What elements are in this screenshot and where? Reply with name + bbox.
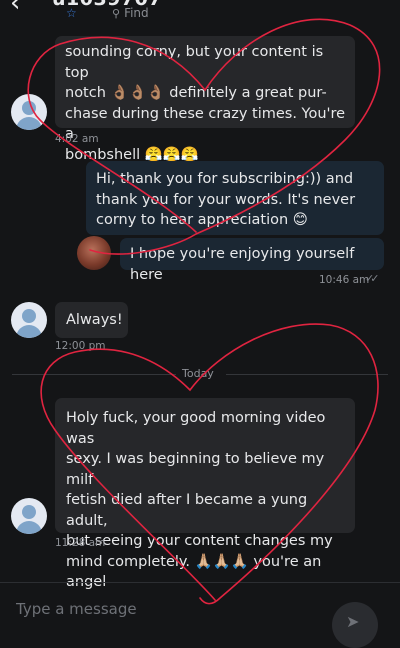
divider-line — [12, 374, 176, 375]
message-line: thank you for your words. It's never — [96, 191, 356, 208]
find-label: Find — [124, 6, 149, 20]
message-line: Always! — [66, 312, 123, 328]
message-input[interactable] — [14, 596, 318, 622]
message-line: Holy fuck, your good morning video was — [66, 410, 326, 447]
message-bubble[interactable]: Holy fuck, your good morning video was s… — [55, 398, 355, 590]
divider-line — [226, 374, 388, 375]
double-check-icon: ✓✓ — [365, 272, 380, 285]
chat-header: ‹ u1039707 ☆ ⚲Find — [0, 0, 400, 26]
message-time: 12:00 pm — [55, 340, 106, 352]
message-line: mind completely. 🙏🏼🙏🏼🙏🏼 you're an — [66, 553, 322, 570]
message-bubble[interactable]: Always! — [55, 302, 128, 338]
message-time: 4:02 am — [55, 133, 99, 145]
date-divider: Today — [182, 367, 214, 380]
composer-divider — [0, 582, 400, 583]
avatar[interactable] — [11, 498, 47, 534]
send-icon: ➤ — [346, 612, 360, 631]
message-bubble[interactable]: sounding corny, but your content is top … — [55, 36, 355, 163]
my-avatar[interactable] — [77, 236, 111, 270]
star-icon[interactable]: ☆ — [66, 6, 77, 20]
message-line: corny to hear appreciation 😊 — [96, 212, 308, 228]
message-line: Hi, thank you for subscribing:)) and — [96, 171, 354, 187]
message-time: 11:28 am — [55, 537, 106, 549]
send-button[interactable]: ➤ — [332, 602, 378, 648]
message-line: fetish died after I became a yung adult, — [66, 492, 308, 529]
message-time: 10:46 am — [319, 274, 370, 286]
message-line: sounding corny, but your content is top — [65, 44, 324, 81]
find-button[interactable]: ⚲ Find — [112, 6, 149, 20]
message-line: but seeing your content changes my — [66, 533, 333, 549]
message-line: sexy. I was beginning to believe my milf — [66, 451, 325, 488]
message-line: chase during these crazy times. You're a — [65, 105, 346, 143]
search-icon: ⚲ — [112, 7, 121, 20]
avatar[interactable] — [11, 302, 47, 338]
message-bubble[interactable]: I hope you're enjoying yourself here — [120, 238, 384, 283]
avatar[interactable] — [11, 94, 47, 130]
message-line: notch 👌🏽👌🏽👌🏽 definitely a great pur- — [65, 85, 327, 101]
message-bubble[interactable]: Hi, thank you for subscribing:)) and tha… — [86, 161, 384, 235]
back-arrow-icon[interactable]: ‹ — [10, 0, 20, 16]
